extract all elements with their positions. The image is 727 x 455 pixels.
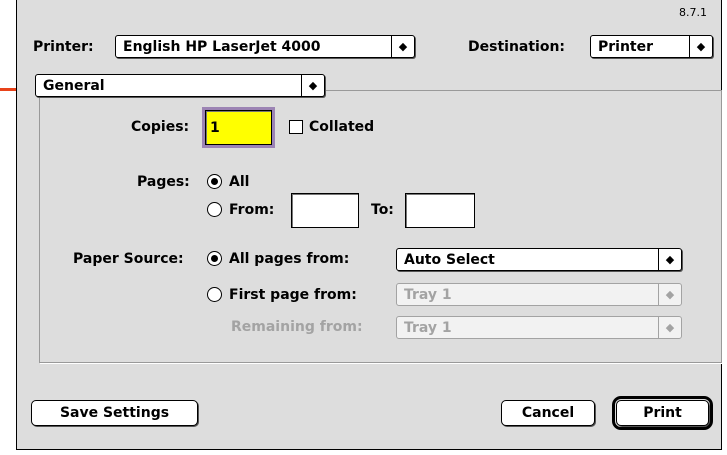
- printer-popup[interactable]: English HP LaserJet 4000 ◆: [115, 35, 415, 58]
- all-pages-source-value: Auto Select: [404, 251, 495, 268]
- copies-field[interactable]: 1: [202, 107, 275, 148]
- pages-all-label: All: [229, 174, 250, 190]
- popup-arrows-icon: ◆: [658, 284, 681, 305]
- remaining-from-label: Remaining from:: [231, 319, 363, 335]
- print-dialog: 8.7.1 Printer: English HP LaserJet 4000 …: [16, 0, 722, 450]
- remaining-source-value: Tray 1: [404, 319, 452, 336]
- printer-popup-value: English HP LaserJet 4000: [123, 38, 321, 55]
- pages-from-radio[interactable]: [207, 202, 222, 217]
- cancel-button[interactable]: Cancel: [501, 400, 595, 426]
- all-pages-from-label: All pages from:: [229, 251, 350, 267]
- all-pages-source-popup[interactable]: Auto Select ◆: [396, 248, 682, 271]
- popup-arrows-icon: ◆: [658, 249, 681, 270]
- first-page-from-label: First page from:: [229, 287, 357, 303]
- collated-checkbox[interactable]: [289, 120, 303, 134]
- destination-popup-value: Printer: [598, 38, 654, 55]
- paper-source-label: Paper Source:: [73, 251, 184, 267]
- panel-popup[interactable]: General ◆: [35, 74, 325, 97]
- all-pages-from-radio[interactable]: [207, 251, 222, 266]
- pages-all-radio[interactable]: [207, 174, 222, 189]
- first-page-from-radio[interactable]: [207, 287, 222, 302]
- pages-from-label: From:: [229, 202, 275, 218]
- panel-popup-value: General: [43, 77, 105, 94]
- pages-to-label: To:: [371, 202, 394, 218]
- popup-arrows-icon: ◆: [689, 36, 712, 57]
- first-page-source-popup: Tray 1 ◆: [396, 283, 682, 306]
- destination-popup[interactable]: Printer ◆: [590, 35, 713, 58]
- destination-label: Destination:: [468, 39, 566, 55]
- save-settings-button[interactable]: Save Settings: [31, 400, 198, 426]
- popup-arrows-icon: ◆: [391, 36, 414, 57]
- printer-label: Printer:: [33, 39, 94, 55]
- first-page-source-value: Tray 1: [404, 286, 452, 303]
- popup-arrows-icon: ◆: [301, 75, 324, 96]
- popup-arrows-icon: ◆: [658, 317, 681, 338]
- copies-label: Copies:: [131, 119, 190, 135]
- pages-from-field[interactable]: [291, 193, 359, 228]
- remaining-source-popup: Tray 1 ◆: [396, 316, 682, 339]
- version-label: 8.7.1: [679, 6, 707, 19]
- collated-label: Collated: [309, 119, 375, 135]
- pages-label: Pages:: [137, 174, 190, 190]
- print-button[interactable]: Print: [612, 396, 713, 430]
- pages-to-field[interactable]: [405, 193, 475, 228]
